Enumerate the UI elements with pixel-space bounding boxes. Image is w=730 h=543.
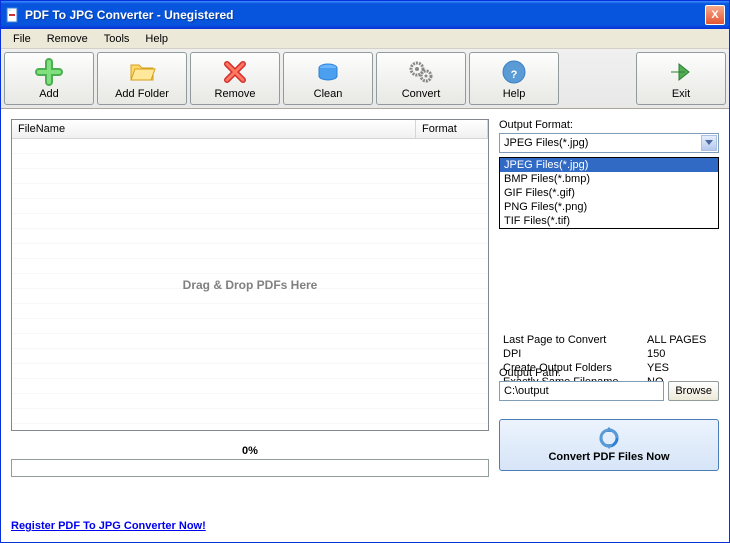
clean-button[interactable]: Clean [283, 52, 373, 105]
convert-label: Convert [402, 88, 441, 100]
left-pane: FileName Format Drag & Drop PDFs Here 0% [11, 119, 489, 504]
exit-arrow-icon [667, 58, 695, 86]
clean-icon [314, 58, 342, 86]
add-folder-label: Add Folder [115, 88, 169, 100]
exit-label: Exit [672, 88, 690, 100]
menu-tools[interactable]: Tools [96, 31, 138, 47]
file-table-header: FileName Format [12, 120, 488, 139]
setting-last-page[interactable]: Last Page to Convert ALL PAGES [499, 333, 719, 347]
format-option-tif[interactable]: TIF Files(*.tif) [500, 214, 718, 228]
output-path-section: Output Path: Browse [499, 367, 719, 401]
titlebar[interactable]: PDF To JPG Converter - Unegistered X [1, 1, 729, 29]
output-format-dropdown: JPEG Files(*.jpg) BMP Files(*.bmp) GIF F… [499, 157, 719, 229]
progress-area: 0% [11, 443, 489, 477]
convert-now-button[interactable]: Convert PDF Files Now [499, 419, 719, 471]
add-label: Add [39, 88, 59, 100]
menu-help[interactable]: Help [137, 31, 176, 47]
add-button[interactable]: Add [4, 52, 94, 105]
output-format-combo[interactable]: JPEG Files(*.jpg) [499, 133, 719, 153]
window-title: PDF To JPG Converter - Unegistered [25, 8, 705, 22]
help-label: Help [503, 88, 526, 100]
gears-icon [407, 58, 435, 86]
toolbar-spacer [562, 52, 633, 105]
settings-list: Last Page to Convert ALL PAGES DPI 150 C… [499, 209, 719, 389]
setting-dpi[interactable]: DPI 150 [499, 347, 719, 361]
output-path-input[interactable] [499, 381, 664, 401]
right-pane: Output Format: JPEG Files(*.jpg) JPEG Fi… [499, 119, 719, 504]
help-button[interactable]: ? Help [469, 52, 559, 105]
browse-button[interactable]: Browse [668, 381, 719, 401]
app-icon [5, 7, 21, 23]
file-drop-area[interactable]: Drag & Drop PDFs Here [12, 139, 488, 430]
exit-button[interactable]: Exit [636, 52, 726, 105]
chevron-down-icon [701, 135, 717, 151]
menubar: File Remove Tools Help [1, 29, 729, 49]
menu-file[interactable]: File [5, 31, 39, 47]
content-area: FileName Format Drag & Drop PDFs Here 0%… [1, 109, 729, 514]
menu-remove[interactable]: Remove [39, 31, 96, 47]
format-option-bmp[interactable]: BMP Files(*.bmp) [500, 172, 718, 186]
refresh-icon [598, 427, 620, 449]
clean-label: Clean [314, 88, 343, 100]
toolbar: Add Add Folder Remove Clean Convert [1, 49, 729, 109]
output-format-selected: JPEG Files(*.jpg) [504, 137, 588, 149]
app-window: PDF To JPG Converter - Unegistered X Fil… [0, 0, 730, 543]
col-format[interactable]: Format [416, 120, 488, 138]
output-format-label: Output Format: [499, 119, 719, 131]
help-icon: ? [500, 58, 528, 86]
output-path-label: Output Path: [499, 367, 719, 379]
convert-now-label: Convert PDF Files Now [548, 451, 669, 463]
x-icon [221, 58, 249, 86]
file-table: FileName Format Drag & Drop PDFs Here [11, 119, 489, 431]
footer: Register PDF To JPG Converter Now! [1, 514, 729, 542]
remove-label: Remove [215, 88, 256, 100]
plus-icon [35, 58, 63, 86]
register-link[interactable]: Register PDF To JPG Converter Now! [11, 520, 206, 532]
remove-button[interactable]: Remove [190, 52, 280, 105]
convert-button[interactable]: Convert [376, 52, 466, 105]
format-option-png[interactable]: PNG Files(*.png) [500, 200, 718, 214]
svg-text:?: ? [511, 69, 518, 81]
folder-icon [128, 58, 156, 86]
progress-bar [11, 459, 489, 477]
format-option-gif[interactable]: GIF Files(*.gif) [500, 186, 718, 200]
drop-hint: Drag & Drop PDFs Here [183, 278, 318, 292]
col-filename[interactable]: FileName [12, 120, 416, 138]
add-folder-button[interactable]: Add Folder [97, 52, 187, 105]
format-option-jpeg[interactable]: JPEG Files(*.jpg) [500, 158, 718, 172]
progress-label: 0% [11, 443, 489, 459]
close-button[interactable]: X [705, 5, 725, 25]
